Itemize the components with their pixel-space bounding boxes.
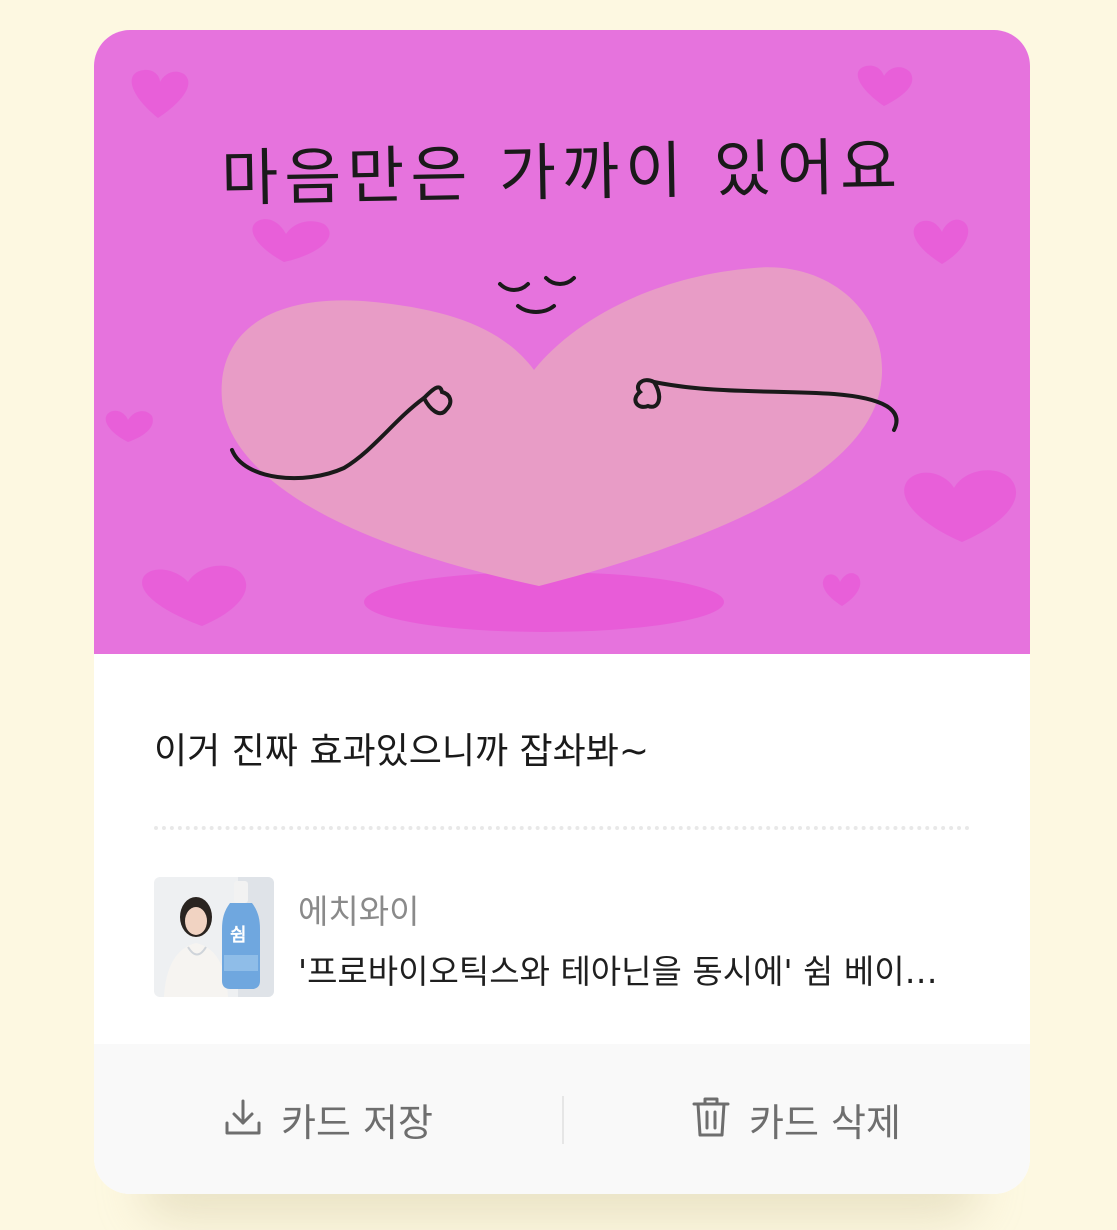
small-heart: [105, 410, 153, 442]
product-name[interactable]: '프로바이오틱스와 테아닌을 동시에' 쉼 베이지 음료: [298, 945, 948, 993]
card-message: 이거 진짜 효과있으니까 잡솨봐~: [154, 731, 650, 772]
small-heart: [904, 470, 1017, 542]
right-eye: [544, 276, 576, 286]
delete-card-button[interactable]: 카드 삭제: [562, 1044, 1030, 1194]
small-heart: [252, 219, 330, 262]
dotted-divider: [154, 826, 970, 830]
small-heart: [857, 65, 913, 106]
product-link[interactable]: 쉼 에치와이 '프로바이오틱스와 테아닌을 동시에' 쉼 베이지 음료: [154, 877, 970, 997]
trash-icon: [691, 1095, 731, 1143]
product-brand: 에치와이: [298, 892, 420, 931]
small-heart: [142, 565, 247, 626]
card-illustration: 마음만은 가까이 있어요: [94, 30, 1030, 654]
big-heart: [221, 267, 883, 586]
small-heart: [131, 69, 189, 118]
mouth: [516, 304, 556, 314]
left-eye: [498, 282, 530, 292]
save-card-label: 카드 저장: [281, 1100, 433, 1145]
card-action-bar: 카드 저장 카드 삭제: [94, 1044, 1030, 1194]
save-card-button[interactable]: 카드 저장: [94, 1044, 562, 1194]
product-thumbnail-label: 쉼: [230, 925, 247, 946]
product-thumbnail[interactable]: 쉼: [154, 877, 274, 997]
message-card: 마음만은 가까이 있어요 이거 진짜 효과있으니까 잡솨봐~ 쉼 에치와이 '프…: [94, 30, 1030, 1194]
small-heart: [822, 573, 861, 606]
delete-card-label: 카드 삭제: [749, 1100, 901, 1145]
small-heart: [913, 219, 969, 264]
illustration-caption: 마음만은 가까이 있어요: [220, 130, 904, 215]
download-icon: [223, 1097, 263, 1141]
